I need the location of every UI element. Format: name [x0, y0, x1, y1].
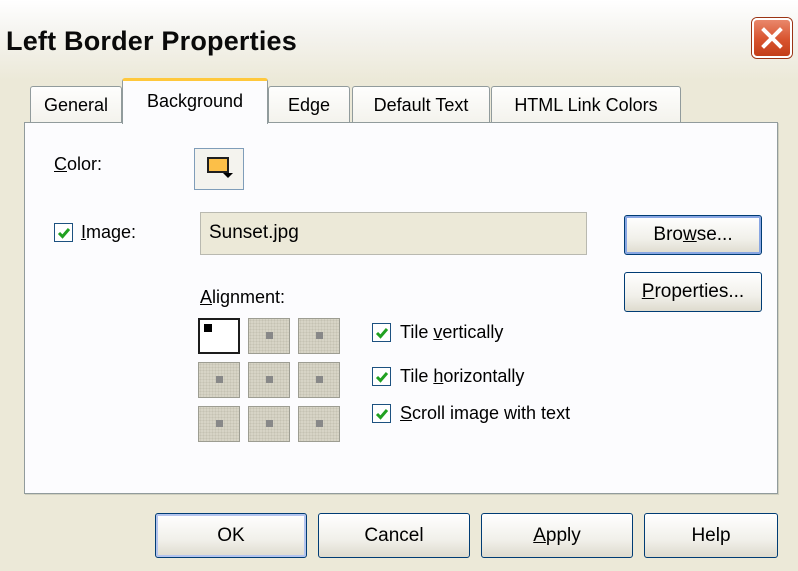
- color-label: Color:: [54, 154, 103, 174]
- image-checkbox[interactable]: [54, 223, 73, 242]
- color-swatch: [207, 157, 229, 173]
- apply-button[interactable]: Apply: [481, 513, 633, 558]
- tile-horizontally-label: Tile horizontally: [400, 366, 525, 386]
- image-filename-field[interactable]: Sunset.jpg: [200, 212, 587, 255]
- browse-button[interactable]: Browse...: [624, 215, 762, 255]
- ok-button[interactable]: OK: [155, 513, 307, 558]
- checkmark-icon: [57, 228, 71, 239]
- checkmark-icon: [375, 372, 389, 383]
- alignment-middle-right[interactable]: [298, 362, 340, 398]
- panel-content: Color: Image: Sunset.jpg Browse... Prope…: [0, 0, 798, 571]
- alignment-bottom-left[interactable]: [198, 406, 240, 442]
- scroll-with-text-checkbox[interactable]: [372, 404, 391, 423]
- tile-vertically-label: Tile vertically: [400, 322, 504, 342]
- alignment-grid: [198, 318, 342, 444]
- alignment-top-right[interactable]: [298, 318, 340, 354]
- scroll-with-text-label: Scroll image with text: [400, 403, 571, 423]
- dialog-window: Left Border Properties General Backgroun…: [0, 0, 798, 571]
- tile-vertically-checkbox[interactable]: [372, 323, 391, 342]
- cancel-button[interactable]: Cancel: [318, 513, 470, 558]
- alignment-top-center[interactable]: [248, 318, 290, 354]
- tile-horizontally-checkbox[interactable]: [372, 367, 391, 386]
- color-picker-button[interactable]: [194, 148, 244, 190]
- alignment-top-left[interactable]: [198, 318, 240, 354]
- alignment-middle-center[interactable]: [248, 362, 290, 398]
- alignment-middle-left[interactable]: [198, 362, 240, 398]
- checkmark-icon: [375, 409, 389, 420]
- checkmark-icon: [375, 328, 389, 339]
- properties-button[interactable]: Properties...: [624, 272, 762, 312]
- help-button[interactable]: Help: [644, 513, 778, 558]
- image-label: Image:: [81, 222, 137, 242]
- dropdown-arrow-icon: [223, 173, 233, 178]
- alignment-bottom-right[interactable]: [298, 406, 340, 442]
- alignment-label: Alignment:: [200, 287, 286, 307]
- alignment-bottom-center[interactable]: [248, 406, 290, 442]
